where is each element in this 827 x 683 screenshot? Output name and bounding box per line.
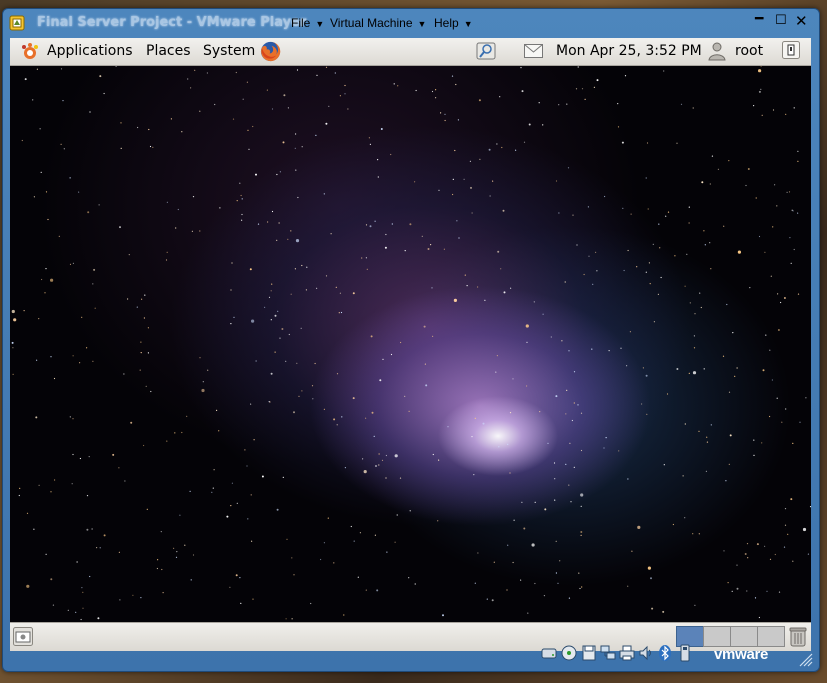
menu-file-label: File xyxy=(291,16,311,30)
places-menu[interactable]: Places xyxy=(146,43,191,59)
menu-file[interactable]: File ▼ xyxy=(291,16,324,30)
gnome-foot-icon[interactable] xyxy=(20,42,40,62)
caret-down-icon: ▼ xyxy=(463,19,473,29)
firefox-icon[interactable] xyxy=(259,40,282,63)
cd-dvd-icon[interactable] xyxy=(561,644,577,662)
starfield xyxy=(11,66,811,621)
desktop-wallpaper[interactable] xyxy=(10,66,811,622)
vmware-logo: vmware xyxy=(714,646,769,663)
network-icon[interactable] xyxy=(476,42,496,60)
caret-down-icon: ▼ xyxy=(417,19,427,29)
maximize-button[interactable]: ☐ xyxy=(775,13,787,28)
close-button[interactable]: ✕ xyxy=(795,12,808,30)
applications-menu[interactable]: Applications xyxy=(47,43,133,59)
guest-screen[interactable]: Applications Places System Mon Apr 25, 3… xyxy=(10,38,811,622)
user-icon[interactable] xyxy=(707,41,727,61)
mail-icon[interactable] xyxy=(524,44,543,58)
menu-virtual-machine[interactable]: Virtual Machine ▼ xyxy=(330,16,426,30)
network-adapter-icon[interactable] xyxy=(600,644,616,662)
window-title: Final Server Project - VMware Player xyxy=(37,15,307,30)
floppy-icon[interactable] xyxy=(581,644,597,662)
shutdown-icon[interactable] xyxy=(782,41,800,59)
username[interactable]: root xyxy=(735,43,763,59)
clock[interactable]: Mon Apr 25, 3:52 PM xyxy=(556,43,702,59)
bluetooth-icon[interactable] xyxy=(657,644,673,662)
usb-icon[interactable] xyxy=(677,644,693,662)
printer-icon[interactable] xyxy=(619,644,635,662)
sound-icon[interactable] xyxy=(638,644,654,662)
gnome-top-panel: Applications Places System Mon Apr 25, 3… xyxy=(10,38,811,66)
menu-help[interactable]: Help ▼ xyxy=(434,16,473,30)
vmware-player-window: Final Server Project - VMware Player Fil… xyxy=(2,8,820,672)
minimize-button[interactable]: ━ xyxy=(755,11,763,27)
caret-down-icon: ▼ xyxy=(315,19,325,29)
menu-help-label: Help xyxy=(434,16,459,30)
hard-disk-icon[interactable] xyxy=(541,644,557,662)
vmware-player-icon xyxy=(9,15,25,31)
resize-grip-icon[interactable] xyxy=(797,651,813,667)
title-bar[interactable]: Final Server Project - VMware Player Fil… xyxy=(3,9,819,37)
system-menu[interactable]: System xyxy=(203,43,255,59)
menu-virtual-machine-label: Virtual Machine xyxy=(330,16,413,30)
vmware-status-bar: vmware xyxy=(3,641,819,671)
